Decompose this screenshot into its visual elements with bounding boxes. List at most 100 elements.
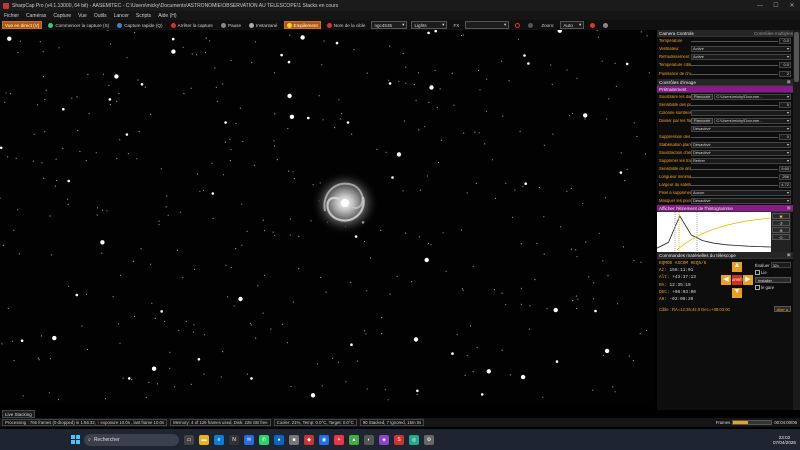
star (71, 97, 73, 99)
pause-button[interactable]: Pause (219, 21, 243, 29)
panel-scrollbar[interactable] (793, 30, 800, 410)
side-checkbox[interactable] (755, 285, 760, 290)
zoom-icon[interactable]: ⊕ (772, 227, 790, 233)
sharpcap-icon[interactable]: S (394, 434, 404, 445)
task-view-icon[interactable]: ▭ (184, 434, 194, 445)
file-explorer-icon[interactable]: ▬ (199, 434, 209, 445)
app-icon-5[interactable]: ✦ (334, 434, 344, 445)
notion-icon[interactable]: N (229, 434, 239, 445)
star (601, 60, 603, 62)
menu-cameras[interactable]: Caméras (26, 13, 46, 19)
bg-select[interactable]: Désactivé ▾ (691, 150, 791, 156)
reticle-options-button[interactable] (526, 21, 535, 29)
frame-progress-bar (732, 420, 773, 425)
minimize-button[interactable]: — (752, 3, 768, 9)
full-screen-button[interactable] (588, 21, 597, 29)
collapse-icon[interactable]: ▣ (787, 205, 791, 211)
maximize-button[interactable]: ☐ (768, 2, 784, 9)
app-icon-7[interactable]: ◐ (364, 434, 374, 445)
fx-select[interactable]: ▾ (465, 21, 510, 29)
fan-select[interactable]: Activé ▾ (691, 46, 791, 52)
start-icon[interactable] (70, 435, 80, 445)
taskbar-search[interactable]: ⌕ Rechercher (84, 433, 179, 446)
preprocessing-header[interactable]: Prétraitement (657, 86, 793, 93)
hot-pixel-slider[interactable] (691, 104, 778, 106)
start-capture-button[interactable]: Commencer la capture (S) (46, 21, 111, 29)
debayer-select[interactable]: Désactivé ▾ (691, 142, 791, 148)
trails-select[interactable]: Aucun ▾ (691, 190, 791, 196)
temperature-slider[interactable] (691, 40, 778, 42)
app-icon-3[interactable]: ◆ (304, 434, 314, 445)
multi-controls-toggle[interactable]: Contrôles multiples (754, 31, 793, 36)
app-icon-6[interactable]: ▲ (349, 434, 359, 445)
north-arrow-icon[interactable]: ▲ (732, 262, 742, 272)
histogram-header[interactable]: Afficher l'étirement de l'histogramme ▣ (657, 205, 793, 212)
target-temp-slider[interactable] (691, 64, 778, 66)
dew-heater-slider[interactable] (691, 73, 778, 75)
stacking-button[interactable]: Empilement (283, 21, 321, 29)
sat-width-slider[interactable] (691, 184, 778, 186)
menu-aide[interactable]: Aide (H) (158, 13, 176, 19)
live-stacking-tab[interactable]: Live Stacking (2, 410, 35, 418)
system-clock[interactable]: 23:02 07/04/2026 (773, 435, 796, 445)
menu-outils[interactable]: Outils (94, 13, 107, 19)
whatsapp-icon[interactable]: ✆ (259, 434, 269, 445)
install-button[interactable]: Installer (755, 277, 791, 283)
goto-button[interactable]: Aller à (773, 306, 791, 312)
sat-thresh-slider[interactable] (691, 168, 778, 170)
east-arrow-icon[interactable]: ▶ (743, 275, 753, 285)
camera-controls-header[interactable]: Camera Controls Contrôles multiples (657, 30, 793, 37)
flat-file-select[interactable]: C:\Users\micky\Docume... ▾ (714, 118, 791, 124)
app-icon-9[interactable]: ◎ (409, 434, 419, 445)
mail-icon[interactable]: ✉ (244, 434, 254, 445)
west-arrow-icon[interactable]: ◀ (721, 275, 731, 285)
slew-speed-select[interactable]: 32x (770, 262, 791, 268)
mask-select[interactable]: Désactivé ▾ (691, 198, 791, 204)
menu-scripts[interactable]: Scripts (136, 13, 151, 19)
auto-stretch-icon[interactable]: ✱ (772, 213, 790, 219)
live-image-view[interactable] (0, 30, 655, 403)
quick-capture-button[interactable]: Capture rapide (Q) (115, 21, 164, 29)
menu-lancer[interactable]: Lancer (114, 13, 129, 19)
zoom-select[interactable]: Auto ▾ (560, 21, 585, 29)
taskbar: ⌕ Rechercher ▭ ▬ e N ✉ ✆ ● ■ ◆ ◉ ✦ ▲ ◐ ◈ … (0, 429, 800, 450)
bad-col-select[interactable]: ▾ (691, 110, 791, 116)
app-icon-4[interactable]: ◉ (319, 434, 329, 445)
menu-vue[interactable]: Vue (78, 13, 87, 19)
app-icon-10[interactable]: ⚙ (424, 434, 434, 445)
snapshot-button[interactable]: Instantané (247, 21, 279, 29)
sat-select[interactable]: Retirer ▾ (691, 158, 791, 164)
app-icon-8[interactable]: ◈ (379, 434, 389, 445)
frame-type-select[interactable]: Lights ▾ (411, 21, 448, 29)
track-checkbox[interactable] (755, 270, 760, 275)
menu-capture[interactable]: Capture (53, 13, 71, 19)
telescope-header[interactable]: Commandes matérielles du télescope ▣ (657, 252, 793, 259)
dark-browse-button[interactable]: Parcourir (691, 94, 714, 100)
app-icon-1[interactable]: ● (274, 434, 284, 445)
histogram-chart[interactable] (657, 212, 771, 252)
flat-browse-button[interactable]: Parcourir (691, 118, 714, 124)
edge-icon[interactable]: e (214, 434, 224, 445)
dark-file-select[interactable]: C:\Users\micky\Docume... ▾ (714, 94, 791, 100)
view-options-button[interactable] (601, 21, 610, 29)
reticle-button[interactable] (513, 21, 522, 29)
live-view-button[interactable]: Vue en direct (V) (2, 21, 43, 29)
collapse-icon[interactable]: ▣ (787, 79, 791, 85)
collapse-icon[interactable]: ▣ (787, 252, 791, 258)
sat-len-slider[interactable] (691, 176, 778, 178)
scrollbar-thumb[interactable] (794, 32, 799, 82)
cooling-select[interactable]: Activé ▾ (691, 54, 791, 60)
app-icon-2[interactable]: ■ (289, 434, 299, 445)
stop-slew-button[interactable]: ARRÊT (732, 275, 744, 285)
flat-mode-select[interactable]: Désactivé ▾ (691, 126, 791, 132)
south-arrow-icon[interactable]: ▼ (732, 288, 742, 298)
menu-fichier[interactable]: Fichier (4, 13, 19, 19)
target-name-input[interactable]: ngc4535 ▾ (371, 21, 408, 29)
close-button[interactable]: ✕ (784, 2, 800, 9)
star (543, 216, 545, 218)
image-controls-header[interactable]: Contrôles d'image ▣ (657, 79, 793, 86)
band-slider[interactable] (691, 136, 778, 138)
lock-icon[interactable]: ⊙ (772, 234, 790, 240)
stop-capture-button[interactable]: Arrêter la capture (169, 21, 216, 29)
reset-icon[interactable]: ↺ (772, 220, 790, 226)
